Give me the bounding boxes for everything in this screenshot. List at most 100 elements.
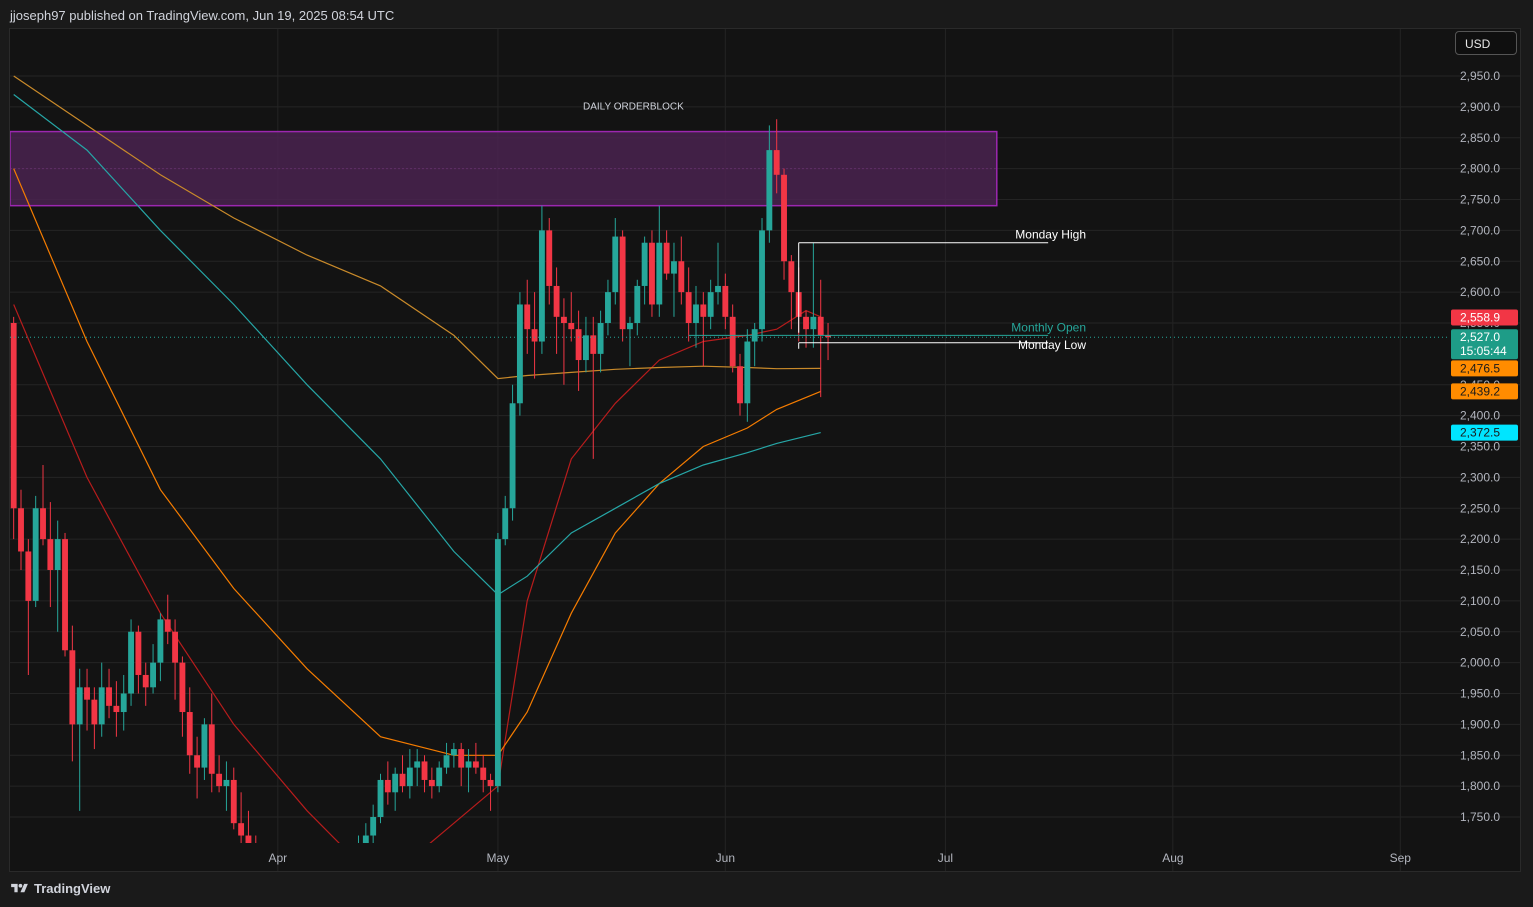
candle-down	[47, 539, 54, 570]
candle-down	[179, 662, 186, 713]
ema-line-2	[13, 168, 821, 756]
candle-down	[216, 773, 223, 787]
y-tick-label: 2,350.0	[1460, 440, 1500, 454]
y-tick-label: 2,400.0	[1460, 409, 1500, 423]
candle-up	[98, 687, 105, 725]
level-label-0: Monday High	[1015, 228, 1086, 242]
candle-down	[10, 323, 17, 509]
price-tag-label: 2,527.0	[1460, 330, 1500, 344]
candle-down	[803, 316, 809, 330]
candle-down	[172, 631, 179, 663]
candle-down	[480, 767, 487, 780]
candle-up	[612, 236, 619, 293]
candle-down	[253, 848, 259, 867]
candle-down	[737, 366, 743, 404]
x-tick-label: Sep	[1390, 851, 1412, 865]
tradingview-footer[interactable]: TradingView	[10, 881, 110, 896]
y-tick-label: 2,600.0	[1460, 285, 1500, 299]
candle-up	[641, 242, 648, 286]
price-tag-label: 2,372.5	[1460, 426, 1500, 440]
candle-down	[546, 230, 553, 286]
candle-down	[590, 335, 597, 354]
y-tick-label: 1,900.0	[1460, 717, 1500, 731]
price-tag-label: 2,476.5	[1460, 361, 1500, 375]
y-tick-label: 1,750.0	[1460, 810, 1500, 824]
candle-down	[84, 687, 90, 700]
candle-down	[194, 755, 201, 768]
candle-up	[406, 767, 413, 787]
candle-down	[186, 712, 193, 756]
candle-up	[341, 885, 347, 891]
candle-up	[32, 508, 39, 601]
candle-up	[465, 761, 472, 768]
candle-up	[128, 631, 134, 694]
candle-up	[693, 304, 699, 323]
candle-down	[260, 866, 266, 878]
candle-down	[91, 699, 98, 725]
candle-down	[25, 551, 32, 601]
candle-down	[781, 174, 787, 262]
x-tick-label: Aug	[1162, 851, 1183, 865]
currency-button[interactable]: USD	[1455, 31, 1517, 55]
ema-line-3	[13, 75, 821, 380]
candle-down	[62, 539, 68, 651]
x-tick-label: May	[487, 851, 510, 865]
candle-up	[450, 749, 457, 756]
candle-up	[76, 687, 83, 725]
candle-down	[524, 304, 531, 330]
candle-down	[268, 879, 274, 904]
candle-up	[326, 903, 332, 907]
candle-down	[773, 150, 780, 175]
candles	[10, 119, 831, 907]
candle-up	[494, 539, 501, 787]
candle-down	[663, 242, 670, 274]
price-tag-label: 2,439.2	[1460, 384, 1500, 398]
candle-down	[275, 903, 281, 907]
candle-down	[230, 779, 237, 824]
candle-up	[201, 724, 208, 768]
candle-up	[671, 261, 677, 274]
candle-up	[597, 323, 604, 354]
candle-down	[619, 236, 626, 330]
candle-up	[150, 662, 157, 688]
candle-down	[135, 631, 142, 675]
y-tick-label: 1,800.0	[1460, 779, 1500, 793]
y-tick-label: 2,750.0	[1460, 193, 1500, 207]
candle-down	[458, 749, 465, 768]
candle-up	[766, 150, 773, 231]
y-tick-label: 2,150.0	[1460, 563, 1500, 577]
orderblock-label: DAILY ORDERBLOCK	[583, 102, 684, 113]
candle-down	[245, 835, 252, 843]
candle-down	[649, 242, 655, 305]
candle-down	[678, 261, 685, 293]
candle-down	[487, 779, 494, 787]
candle-up	[605, 292, 611, 323]
candle-down	[553, 285, 560, 317]
candle-down	[722, 285, 729, 317]
candle-up	[627, 323, 633, 330]
candle-down	[69, 650, 76, 725]
tradingview-logo-icon	[11, 883, 28, 893]
y-tick-label: 2,200.0	[1460, 532, 1500, 546]
candle-down	[560, 316, 567, 323]
candle-down	[384, 779, 391, 793]
ema-line-1	[13, 304, 821, 843]
candle-up	[282, 885, 288, 907]
candle-down	[164, 619, 171, 632]
candle-down	[18, 508, 24, 552]
candle-down	[700, 304, 707, 317]
candle-down	[106, 687, 112, 706]
x-tick-label: Jul	[938, 851, 953, 865]
candle-up	[707, 292, 714, 317]
candle-down	[290, 885, 296, 907]
candlestick-chart[interactable]: DAILY ORDERBLOCK Monday High Monthly Open M…	[0, 0, 1533, 907]
candle-up	[370, 817, 377, 836]
candle-down	[113, 705, 120, 713]
price-tag-label: 2,558.9	[1460, 311, 1500, 325]
y-tick-label: 1,850.0	[1460, 748, 1500, 762]
y-tick-label: 2,850.0	[1460, 131, 1500, 145]
candle-down	[575, 329, 582, 361]
level-label-1: Monthly Open	[1011, 320, 1086, 334]
level-label-2: Monday Low	[1018, 338, 1086, 352]
candle-down	[142, 674, 149, 688]
